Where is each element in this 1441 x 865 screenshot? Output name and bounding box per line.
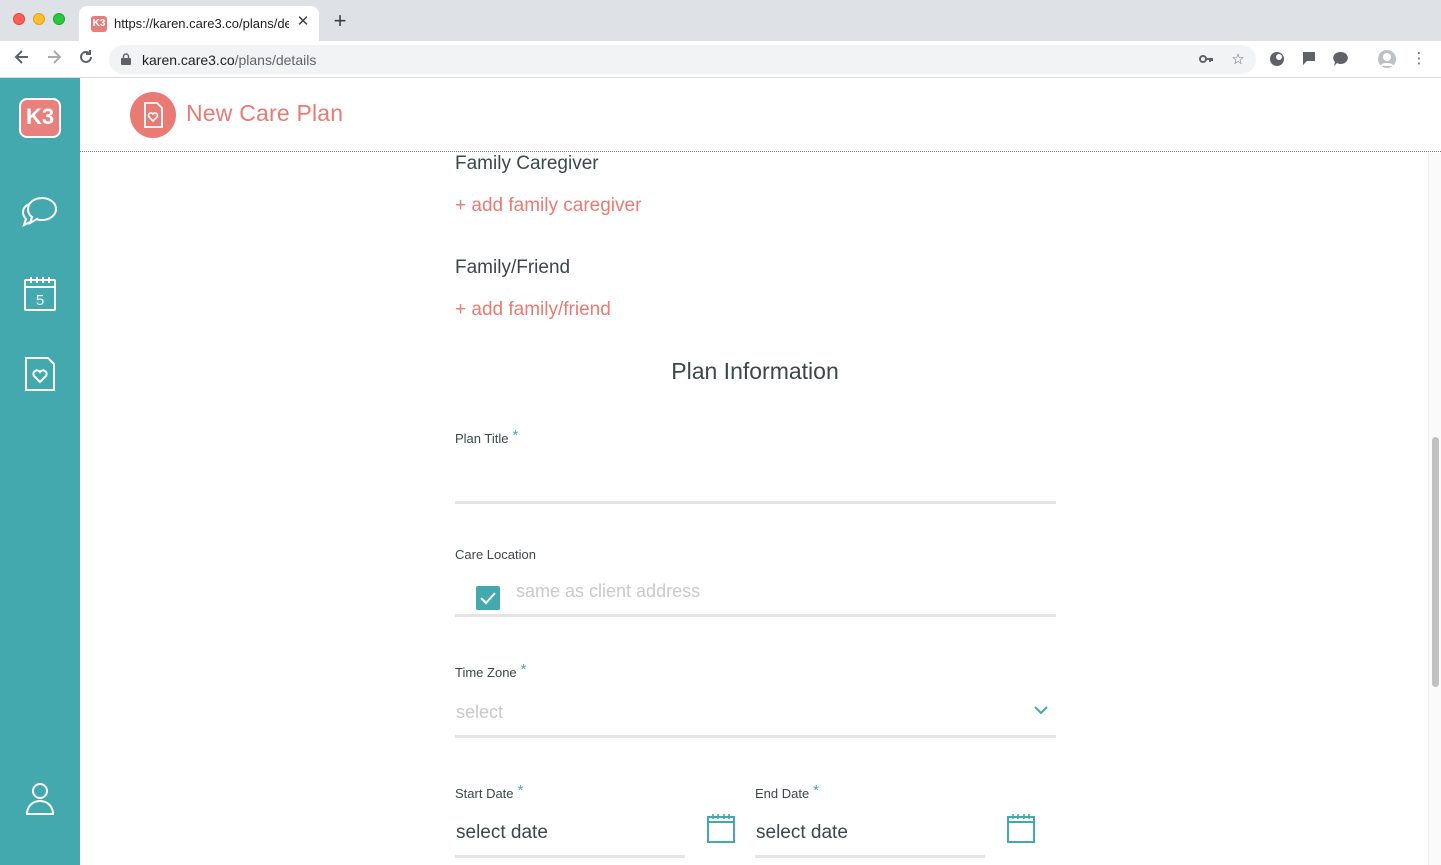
required-marker: * [517, 782, 524, 799]
same-as-client-address-checkbox[interactable] [476, 586, 500, 610]
add-family-caregiver-link[interactable]: + add family caregiver [455, 195, 641, 217]
page-header: New Care Plan [80, 78, 1441, 152]
browser-tab-active[interactable]: K3 https://karen.care3.co/plans/details … [79, 6, 319, 41]
page-title: New Care Plan [186, 100, 344, 126]
required-marker: * [813, 782, 820, 799]
bookmark-star-icon[interactable]: ☆ [1229, 51, 1247, 69]
back-icon[interactable] [10, 48, 34, 70]
address-bar[interactable]: karen.care3.co/plans/details ☆ [109, 45, 1256, 74]
svg-text:5: 5 [36, 292, 44, 309]
browser-tabstrip: K3 https://karen.care3.co/plans/details … [0, 0, 1441, 41]
close-window-button[interactable] [13, 13, 25, 25]
plan-title-label: Plan Title * [455, 427, 519, 446]
care-plan-header-icon [130, 92, 176, 138]
browser-toolbar: karen.care3.co/plans/details ☆ ⋮ [0, 41, 1441, 78]
scrollbar-thumb[interactable] [1432, 437, 1439, 687]
lock-icon [121, 53, 131, 65]
profile-avatar-icon[interactable] [1377, 49, 1397, 69]
start-date-underline [455, 855, 685, 858]
extension-chat-icon[interactable] [1332, 50, 1350, 68]
minimize-window-button[interactable] [33, 13, 45, 25]
tab-title: https://karen.care3.co/plans/details [114, 16, 289, 31]
required-marker: * [520, 661, 527, 678]
forward-icon[interactable] [42, 48, 66, 70]
plan-title-input[interactable] [456, 468, 1056, 498]
time-zone-select[interactable]: select [456, 702, 503, 723]
favicon-icon: K3 [91, 16, 107, 32]
start-date-label: Start Date * [455, 782, 524, 801]
end-date-calendar-icon[interactable] [1006, 812, 1036, 844]
family-friend-label: Family/Friend [455, 257, 571, 278]
time-zone-underline [455, 735, 1056, 738]
end-date-underline [755, 855, 985, 858]
start-date-input[interactable]: select date [456, 822, 548, 844]
required-marker: * [512, 427, 519, 444]
end-date-input[interactable]: select date [756, 822, 848, 844]
key-icon[interactable] [1197, 51, 1215, 69]
plan-details-form: Family Caregiver + add family caregiver … [80, 153, 1428, 865]
reload-icon[interactable] [74, 48, 98, 70]
start-date-calendar-icon[interactable] [706, 812, 736, 844]
time-zone-label: Time Zone * [455, 661, 527, 680]
calendar-icon[interactable]: 5 [20, 274, 60, 314]
care-location-input[interactable]: same as client address [516, 581, 700, 602]
tab-close-icon[interactable]: ✕ [294, 13, 312, 31]
app-logo[interactable]: K3 [19, 98, 61, 138]
new-tab-icon[interactable]: + [330, 10, 350, 32]
end-date-label: End Date * [755, 782, 820, 801]
extension-icon[interactable] [1268, 50, 1286, 68]
messages-icon[interactable] [20, 192, 60, 232]
chevron-down-icon[interactable] [1033, 704, 1049, 716]
plan-title-underline [455, 501, 1056, 504]
family-caregiver-label: Family Caregiver [455, 153, 599, 174]
care-location-underline [455, 614, 1056, 617]
plan-information-heading: Plan Information [671, 358, 839, 384]
profile-icon[interactable] [20, 778, 60, 818]
add-family-friend-link[interactable]: + add family/friend [455, 299, 611, 321]
app-sidebar: K3 5 [0, 78, 80, 865]
extension-flag-icon[interactable] [1300, 50, 1318, 68]
care-plan-icon[interactable] [20, 354, 60, 394]
browser-menu-icon[interactable]: ⋮ [1410, 50, 1428, 68]
url-text: karen.care3.co/plans/details [142, 52, 317, 68]
care-location-label: Care Location [455, 547, 536, 562]
page-scrollbar[interactable] [1428, 153, 1441, 865]
maximize-window-button[interactable] [53, 13, 65, 25]
